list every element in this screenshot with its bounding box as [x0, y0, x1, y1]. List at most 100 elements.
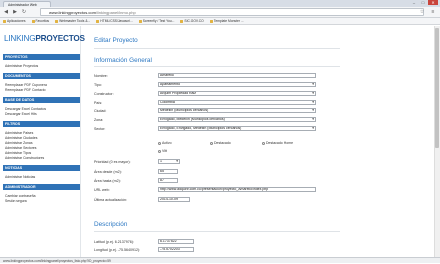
section-general-heading: Información General — [94, 57, 152, 64]
field-label: Sector: — [94, 127, 106, 131]
logo: LINKINGPROYECTOS — [4, 34, 85, 43]
radio-dot — [262, 141, 265, 145]
field-select[interactable]: Apartamento — [158, 82, 316, 87]
sidebar-link[interactable]: Administrar Proyectos — [5, 64, 38, 68]
menu-icon[interactable]: ≡ — [430, 9, 436, 15]
sidebar-link[interactable]: Administrar Sectores — [5, 146, 36, 150]
sidebar-section-header: FILTROS — [3, 121, 80, 127]
area-to-input[interactable]: 87 — [158, 178, 178, 183]
priority-label: Prioridad (0 es mayor): — [94, 160, 131, 164]
field-label: Ciudad: — [94, 109, 107, 113]
url-path: /linkingpanel/inmo.php — [95, 10, 136, 15]
sidebar-link[interactable]: Cambiar contraseña — [5, 194, 36, 198]
field-label: Zona: — [94, 118, 104, 122]
radio-destacado-home[interactable]: Destacado Home — [262, 141, 293, 145]
bookmark-icon — [55, 19, 59, 23]
field-input[interactable]: Amarello — [158, 73, 316, 78]
browser-titlebar — [0, 0, 440, 7]
field-select[interactable]: Envigado, Medellín (Municipios cercanos) — [158, 117, 316, 122]
field-label: Tipo: — [94, 83, 102, 87]
field-label: País: — [94, 101, 103, 105]
last-update-label: Última actualización: — [94, 198, 127, 202]
address-bar[interactable]: www.linkingproyectos.com/linkingpanel/in… — [40, 8, 424, 16]
bookmark-label: Aplicaciones — [7, 19, 26, 23]
radio-dot — [158, 141, 161, 145]
radio-label: Activo — [162, 141, 172, 145]
sidebar-section-header: NOTICIAS — [3, 165, 80, 171]
radio-label: Destacado — [214, 141, 231, 145]
url-web-label: URL web: — [94, 188, 110, 192]
sidebar-link[interactable]: Administrar Noticias — [5, 175, 35, 179]
field-label: Nombre: — [94, 74, 108, 78]
sidebar-link[interactable]: Reemplazar PDF Cuponera — [5, 83, 47, 87]
bookmark-item[interactable]: Screenfly / Test You... — [138, 19, 175, 23]
longitude-input[interactable]: -75.5702203 — [158, 247, 194, 252]
priority-select[interactable]: 1 — [158, 159, 180, 164]
bookmark-label: Screenfly / Test You... — [142, 19, 175, 23]
field-select[interactable]: Arquim Propiedad Raiz — [158, 91, 316, 96]
sidebar-link[interactable]: Administrar Paises — [5, 131, 33, 135]
area-from-label: Área desde (m2): — [94, 170, 122, 174]
field-select[interactable]: Medellín (Municipios cercanos) — [158, 108, 316, 113]
logo-part-linking: LINKING — [4, 34, 36, 43]
status-bar-url: www.linkingproyectos.com/linkingpanel/pr… — [0, 257, 440, 263]
logo-part-proyectos: PROYECTOS — [35, 34, 85, 43]
longitude-label: Longitud (p.ej. -75.5640912): — [94, 248, 141, 252]
bookmark-label: HTML/CSS/Javascri... — [100, 19, 133, 23]
bookmark-label: SIC.GOV.CO — [184, 19, 204, 23]
minimize-icon[interactable]: – — [410, 0, 418, 5]
bookmark-item[interactable]: SIC.GOV.CO — [180, 19, 204, 23]
reload-icon[interactable]: ↻ — [21, 9, 27, 15]
section-description-heading: Descripción — [94, 221, 128, 228]
maximize-icon[interactable]: □ — [419, 0, 427, 5]
bookmark-item[interactable]: Aplicaciones — [3, 19, 26, 23]
radio-activo[interactable]: Activo — [158, 141, 172, 145]
forward-icon[interactable]: ▶ — [12, 9, 18, 15]
radio-label: Destacado Home — [266, 141, 294, 145]
sidebar-link[interactable]: Administrar Constructores — [5, 156, 44, 160]
sidebar-section-header: BASE DE DATOS — [3, 97, 80, 103]
radio-destacado[interactable]: Destacado — [210, 141, 231, 145]
radio-dot — [210, 141, 213, 145]
scrollbar-thumb[interactable] — [435, 28, 439, 148]
page-title: Editar Proyecto — [94, 37, 138, 44]
field-label: Constructor: — [94, 92, 114, 96]
sidebar-section-header: ADMINISTRADOR — [3, 184, 80, 190]
bookmark-icon — [96, 19, 100, 23]
bookmark-icon — [138, 19, 142, 23]
divider — [94, 66, 340, 67]
sidebar-link[interactable]: Administrar Ciudades — [5, 136, 37, 140]
sidebar-link[interactable]: Descargar Excel Contactos — [5, 107, 46, 111]
bookmark-icon — [3, 19, 6, 23]
latitude-label: Latitud (p.ej. 6.2137976): — [94, 240, 134, 244]
divider — [94, 48, 340, 49]
bookmark-icon — [209, 19, 213, 23]
sidebar-link[interactable]: Reemplazar PDF Contacto — [5, 88, 46, 92]
bookmark-item[interactable]: Template Monster ... — [209, 19, 244, 23]
latitude-input[interactable]: 6.1737522 — [158, 239, 194, 244]
url-web-input[interactable]: http://www.adquirir.com.co/presentacion/… — [158, 187, 316, 192]
bookmark-label: Template Monster ... — [213, 19, 244, 23]
bookmark-icon — [31, 19, 35, 23]
sidebar-section-header: PROYECTOS — [3, 54, 80, 60]
window-controls: – □ ✕ — [410, 0, 438, 6]
radio-dot — [158, 149, 161, 153]
bookmark-item[interactable]: Favoritos — [31, 19, 49, 23]
field-select[interactable]: Colombia — [158, 100, 316, 105]
star-icon[interactable]: ☆ — [419, 9, 425, 15]
area-to-label: Área hasta (m2): — [94, 179, 121, 183]
bookmark-item[interactable]: Webmaster Tools &... — [55, 19, 90, 23]
radio-vitt[interactable]: Vitt — [158, 149, 167, 153]
sidebar-link[interactable]: Administrar Tipos — [5, 151, 31, 155]
sidebar-link[interactable]: Administrar Zonas — [5, 141, 33, 145]
back-icon[interactable]: ◀ — [3, 9, 9, 15]
area-from-input[interactable]: 65 — [158, 169, 178, 174]
last-update-input[interactable]: 2014-10-09 — [158, 197, 190, 202]
field-select[interactable]: Envigado, Envigado, Medellín (Municipios… — [158, 126, 316, 131]
bookmark-item[interactable]: HTML/CSS/Javascri... — [96, 19, 133, 23]
bookmarks-bar: Aplicaciones Favoritos Webmaster Tools &..… — [0, 18, 440, 25]
sidebar-link[interactable]: Sesión segura — [5, 199, 27, 203]
sidebar-link[interactable]: Descargar Excel Hits — [5, 112, 37, 116]
bookmark-icon — [180, 19, 184, 23]
close-icon[interactable]: ✕ — [428, 0, 438, 5]
